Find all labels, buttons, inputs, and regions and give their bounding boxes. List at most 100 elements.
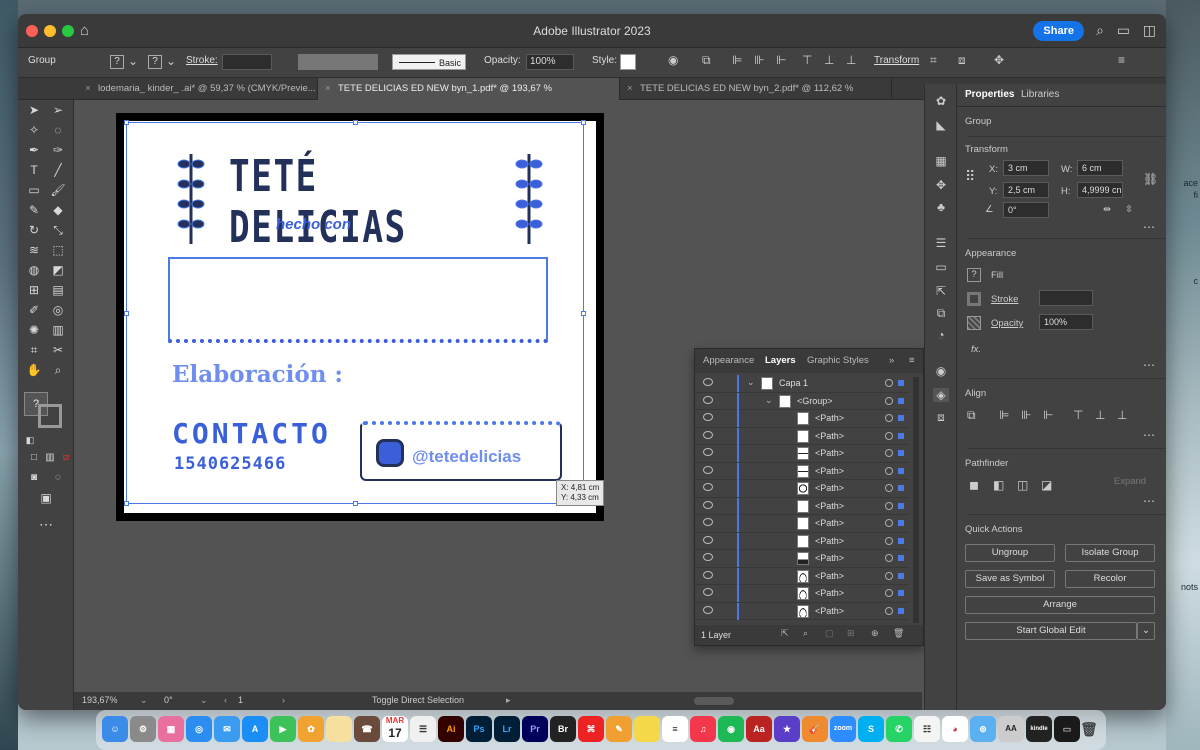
height-input[interactable]: 4,9999 cn [1077, 182, 1123, 198]
align-left-icon[interactable]: ⊫ [732, 53, 742, 67]
rotation-value[interactable]: 0° [164, 695, 173, 705]
align-vertical-center-icon[interactable]: ⊥ [1095, 408, 1105, 422]
artboards-panel-icon[interactable]: ⧉ [933, 306, 949, 320]
align-top-icon[interactable]: ⊤ [1073, 408, 1083, 422]
reminders-icon[interactable]: ☰ [410, 716, 436, 742]
selection-indicator[interactable] [898, 397, 904, 404]
chevron-down-icon[interactable]: ⌄ [140, 695, 148, 706]
column-graph-tool-icon[interactable]: ▥ [50, 322, 66, 338]
recolor-artwork-icon[interactable]: ◉ [668, 53, 678, 67]
stroke-weight-dropdown[interactable] [222, 54, 272, 70]
width-tool-icon[interactable]: ≋ [26, 242, 42, 258]
color-mode-icon[interactable]: □ [26, 450, 42, 466]
variable-width-profile[interactable] [298, 54, 378, 70]
flip-horizontal-icon[interactable]: ⇹ [1103, 204, 1111, 215]
sublayer-row[interactable]: ⌄ <Group> [695, 392, 909, 410]
notes-icon[interactable] [326, 716, 352, 742]
screen-mode-icon[interactable]: ▣ [38, 490, 54, 506]
freeform-icon[interactable]: ☷ [914, 716, 940, 742]
chrome-icon[interactable]: ◕ [942, 716, 968, 742]
more-tools-icon[interactable]: ⋯ [38, 516, 54, 532]
align-top-icon[interactable]: ⊤ [802, 53, 812, 67]
tab-libraries[interactable]: Libraries [1021, 89, 1059, 100]
contacts-icon[interactable]: ☎ [354, 716, 380, 742]
collapse-panel-icon[interactable]: » [889, 355, 894, 366]
tab-properties[interactable]: Properties [965, 89, 1014, 100]
sublayer-row[interactable]: <Path> [695, 585, 909, 603]
visibility-eye-icon[interactable] [703, 518, 713, 526]
line-tool-icon[interactable]: ╱ [50, 162, 66, 178]
y-position-input[interactable]: 2,5 cm [1003, 182, 1049, 198]
garageband-icon[interactable]: 🎸 [802, 716, 828, 742]
mail-icon[interactable]: ✉ [214, 716, 240, 742]
illustrator-dock-icon[interactable]: Ai [438, 716, 464, 742]
visibility-eye-icon[interactable] [703, 500, 713, 509]
draw-normal-icon[interactable]: ◙ [26, 470, 42, 486]
expand-chevron-icon[interactable]: ⌄ [765, 395, 773, 406]
workspace-icon[interactable]: ▭ [1117, 22, 1130, 39]
shaper-tool-icon[interactable]: ✎ [26, 202, 42, 218]
control-bar-menu-icon[interactable]: ≡ [1118, 53, 1125, 67]
scale-tool-icon[interactable]: ⤡ [50, 222, 66, 238]
effects-fx-label[interactable]: fx. [971, 344, 981, 355]
default-colors-icon[interactable]: ◧ [22, 432, 38, 448]
intersect-icon[interactable]: ◫ [1017, 478, 1028, 492]
magic-wand-tool-icon[interactable]: ✧ [26, 122, 42, 138]
selection-indicator[interactable] [898, 485, 904, 491]
selection-indicator[interactable] [898, 590, 904, 596]
pages-icon[interactable]: ✎ [606, 716, 632, 742]
sublayer-row[interactable]: <Path> [695, 602, 909, 620]
skype-icon[interactable]: S [858, 716, 884, 742]
brushes-icon[interactable]: ✿ [933, 94, 949, 108]
direct-selection-tool-icon[interactable]: ➢ [50, 102, 66, 118]
isolate-group-button[interactable]: Isolate Group [1065, 544, 1155, 562]
sublayer-row[interactable]: <Path> [695, 410, 909, 428]
chevron-down-icon[interactable]: ⌄ [200, 695, 208, 706]
selection-bounding-box[interactable] [124, 120, 586, 506]
transparency-icon[interactable]: ◣ [933, 118, 949, 132]
asset-export-icon[interactable]: ⧈ [933, 410, 949, 424]
exclude-icon[interactable]: ◪ [1041, 478, 1052, 492]
tab-graphic-styles[interactable]: Graphic Styles [807, 355, 869, 366]
arrange-documents-icon[interactable]: ◫ [1143, 22, 1156, 39]
resize-handle[interactable] [124, 311, 129, 316]
sublayer-row[interactable]: <Path> [695, 532, 909, 550]
target-circle-icon[interactable] [885, 571, 893, 580]
sublayer-row[interactable]: <Path> [695, 445, 909, 463]
target-circle-icon[interactable] [885, 414, 893, 422]
perspective-grid-tool-icon[interactable]: ◩ [50, 262, 66, 278]
selection-indicator[interactable] [898, 607, 904, 614]
visibility-eye-icon[interactable] [703, 605, 713, 614]
music-icon[interactable]: ♫ [690, 716, 716, 742]
kindle-dock-icon[interactable]: kindle [1026, 716, 1052, 742]
more-options-icon[interactable]: ⋯ [1143, 428, 1155, 442]
lasso-tool-icon[interactable]: ◌ [50, 122, 66, 138]
swatches-icon[interactable]: ▦ [933, 154, 949, 168]
search-icon[interactable]: ⌕ [1096, 22, 1104, 39]
none-mode-icon[interactable]: ⧄ [58, 450, 74, 466]
selection-indicator[interactable] [898, 467, 904, 474]
opacity-input[interactable]: 100% [526, 54, 574, 70]
unite-icon[interactable]: ◼ [969, 478, 979, 492]
draw-inside-icon[interactable]: ◌ [50, 470, 66, 486]
isolate-icon[interactable]: ⌗ [930, 53, 937, 68]
layers-panel-icon[interactable]: ◈ [933, 388, 949, 402]
layer-row[interactable]: ⌄ Capa 1 [695, 375, 909, 393]
visibility-eye-icon[interactable] [703, 395, 713, 404]
airdrop-icon[interactable]: ⊚ [970, 716, 996, 742]
zoom-level[interactable]: 193,67% [82, 695, 118, 705]
selection-indicator[interactable] [898, 450, 904, 456]
transform-link[interactable]: Transform [874, 55, 919, 66]
imovie-icon[interactable]: ★ [774, 716, 800, 742]
target-circle-icon[interactable] [885, 519, 893, 527]
minus-front-icon[interactable]: ◧ [993, 478, 1004, 492]
visibility-eye-icon[interactable] [703, 448, 713, 456]
resize-handle[interactable] [124, 501, 129, 506]
visibility-eye-icon[interactable] [703, 483, 713, 491]
dictionary-icon[interactable]: Aa [746, 716, 772, 742]
facetime-icon[interactable]: ▶ [270, 716, 296, 742]
align-left-icon[interactable]: ⊫ [999, 408, 1009, 422]
target-circle-icon[interactable] [885, 606, 893, 615]
shape-builder-icon[interactable]: ⧈ [958, 53, 966, 68]
new-sublayer-icon[interactable]: ⊞ [847, 628, 855, 639]
